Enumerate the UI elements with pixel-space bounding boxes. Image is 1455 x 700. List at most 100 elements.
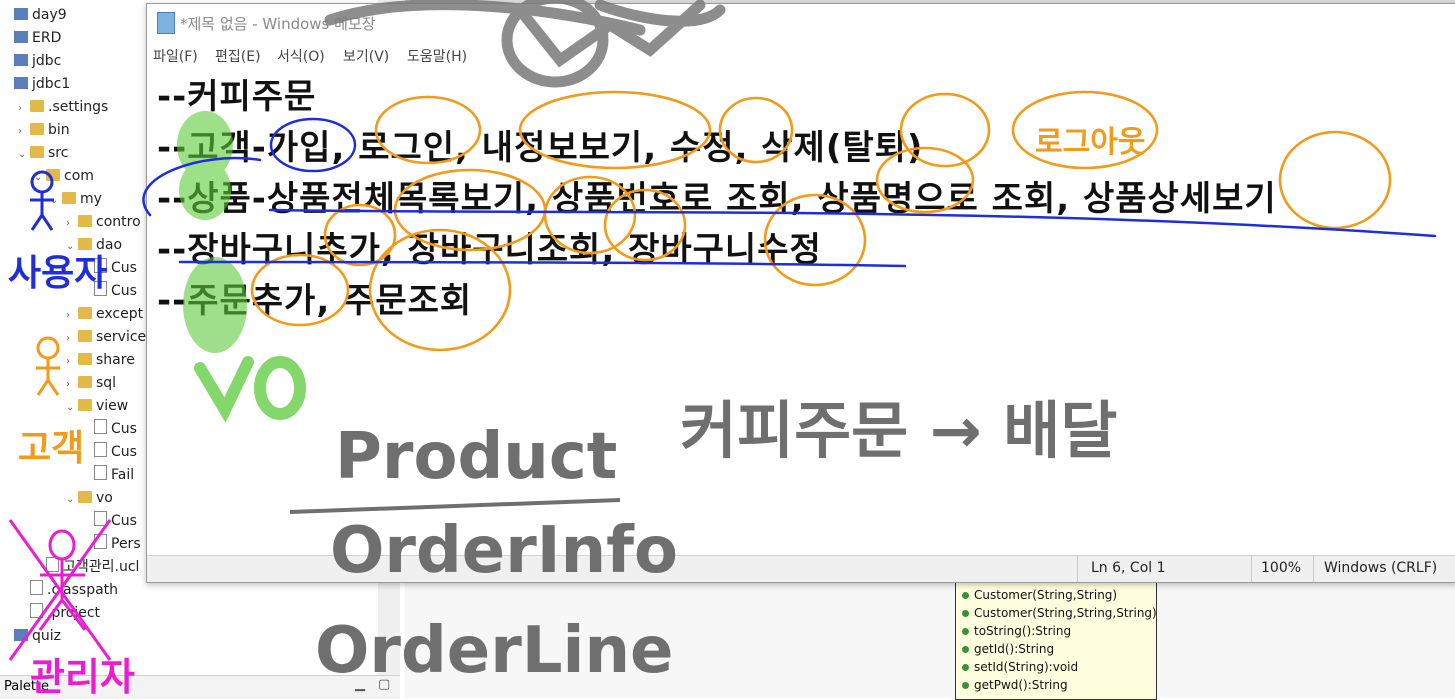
collapsed-icon[interactable]: ›: [66, 374, 78, 396]
tree-item[interactable]: 고객관리.ucl: [34, 556, 139, 578]
text-line: --주문추가, 주문조회: [157, 281, 473, 321]
collapsed-icon[interactable]: ›: [66, 328, 78, 350]
uml-method: Customer(String,String): [956, 586, 1156, 604]
tree-item[interactable]: › .settings: [18, 96, 108, 118]
file-icon: [94, 442, 107, 457]
tree-item-label: except: [96, 306, 144, 322]
tree-item-label: bin: [48, 122, 70, 138]
collapsed-icon[interactable]: ›: [66, 351, 78, 373]
uml-method: getId():String: [956, 640, 1156, 658]
tree-item-label: contro: [96, 214, 141, 230]
tree-item[interactable]: Fail: [82, 464, 134, 486]
file-icon: [30, 603, 43, 618]
folder-icon: [78, 307, 92, 319]
collapsed-icon[interactable]: ›: [66, 213, 78, 235]
tree-item[interactable]: › contro: [66, 211, 141, 233]
folder-icon: [78, 376, 92, 388]
uml-method: toString():String: [956, 622, 1156, 640]
menu-file[interactable]: 파일(F): [153, 46, 198, 66]
expanded-icon[interactable]: ⌄: [66, 489, 78, 511]
folder-icon: [78, 215, 92, 227]
expanded-icon[interactable]: ⌄: [66, 397, 78, 419]
minimize-icon[interactable]: ▁: [355, 677, 365, 692]
expanded-icon[interactable]: ⌄: [50, 190, 62, 212]
tree-item[interactable]: › except: [66, 303, 143, 325]
expanded-icon[interactable]: ⌄: [34, 167, 46, 189]
tree-item[interactable]: Cus: [82, 257, 137, 279]
folder-icon: [62, 192, 76, 204]
file-icon: [94, 258, 107, 273]
tree-item-label: Fail: [111, 467, 135, 483]
tree-item[interactable]: Cus: [82, 441, 137, 463]
tree-item[interactable]: ⌄ view: [66, 395, 128, 417]
status-bar: Ln 6, Col 1 100% Windows (CRLF): [147, 555, 1455, 582]
tree-item[interactable]: .classpath: [18, 579, 118, 601]
tree-item-label: my: [80, 191, 102, 207]
expanded-icon[interactable]: ⌄: [66, 236, 78, 258]
zoom-level: 100%: [1261, 560, 1302, 576]
menu-format[interactable]: 서식(O): [277, 46, 325, 66]
tree-item[interactable]: Cus: [82, 510, 137, 532]
collapsed-icon[interactable]: ›: [66, 305, 78, 327]
tree-item[interactable]: › service: [66, 326, 146, 348]
tree-item[interactable]: ⌄ vo: [66, 487, 113, 509]
collapsed-icon[interactable]: ›: [18, 98, 30, 120]
folder-icon: [30, 146, 44, 158]
file-icon: [94, 465, 107, 480]
menu-view[interactable]: 보기(V): [343, 46, 389, 66]
tree-item[interactable]: quiz: [2, 625, 61, 647]
tree-item-label: 고객관리.ucl: [63, 559, 140, 575]
menu-help[interactable]: 도움말(H): [407, 46, 467, 66]
tree-item[interactable]: › sql: [66, 372, 116, 394]
tree-item[interactable]: ⌄ src: [18, 142, 68, 164]
file-icon: [94, 419, 107, 434]
uml-method: Customer(String,String,String): [956, 604, 1157, 622]
tree-item[interactable]: Cus: [82, 280, 137, 302]
window-title: *제목 없음 - Windows 메모장: [180, 15, 376, 33]
collapsed-icon[interactable]: ›: [18, 121, 30, 143]
uml-method-label: getId():String: [974, 642, 1055, 656]
file-icon: [94, 281, 107, 296]
folder-icon: [30, 100, 44, 112]
tree-item[interactable]: jdbc1: [2, 73, 70, 95]
tree-item-label: day9: [32, 7, 67, 23]
cursor-position: Ln 6, Col 1: [1091, 560, 1166, 576]
method-icon: [962, 664, 969, 671]
tree-item-label: dao: [96, 237, 123, 253]
tree-item-label: sql: [96, 375, 117, 391]
tree-item-label: Cus: [111, 421, 137, 437]
tree-item[interactable]: day9: [2, 4, 67, 26]
tree-item[interactable]: ⌄ com: [34, 165, 94, 187]
proj-icon: [14, 629, 28, 641]
maximize-icon[interactable]: ▢: [378, 677, 390, 692]
file-icon: [94, 511, 107, 526]
tree-item[interactable]: ERD: [2, 27, 61, 49]
folder-icon: [78, 238, 92, 250]
uml-method-label: Customer(String,String,String): [974, 606, 1157, 620]
tree-item[interactable]: ⌄ my: [50, 188, 102, 210]
tree-item-label: ERD: [32, 30, 62, 46]
tree-item-label: .settings: [48, 99, 109, 115]
tree-item[interactable]: › bin: [18, 119, 70, 141]
menu-edit[interactable]: 편집(E): [215, 46, 261, 66]
palette-label[interactable]: Palette: [4, 679, 49, 694]
notepad-window[interactable]: *제목 없음 - Windows 메모장 파일(F) 편집(E) 서식(O) 보…: [146, 3, 1455, 583]
uml-method-label: getPwd():String: [974, 678, 1068, 692]
line-ending: Windows (CRLF): [1324, 560, 1438, 576]
method-icon: [962, 592, 969, 599]
expanded-icon[interactable]: ⌄: [18, 144, 30, 166]
folder-icon: [78, 399, 92, 411]
tree-item[interactable]: Pers: [82, 533, 141, 555]
tree-item-label: Cus: [111, 444, 137, 460]
uml-method-label: Customer(String,String): [974, 588, 1118, 602]
uml-class-box[interactable]: Customer(String,String) Customer(String,S…: [955, 582, 1157, 700]
tree-item[interactable]: ⌄ dao: [66, 234, 122, 256]
file-icon: [30, 580, 43, 595]
tree-item[interactable]: .project: [18, 602, 100, 624]
tree-item-label: Pers: [111, 536, 141, 552]
tree-item[interactable]: › share: [66, 349, 135, 371]
tree-item[interactable]: jdbc: [2, 50, 61, 72]
title-bar[interactable]: *제목 없음 - Windows 메모장: [147, 4, 1455, 40]
tree-item[interactable]: Cus: [82, 418, 137, 440]
text-area[interactable]: --커피주문 --고객-가입, 로그인, 내정보보기, 수정, 삭제(탈퇴) -…: [157, 72, 1437, 327]
